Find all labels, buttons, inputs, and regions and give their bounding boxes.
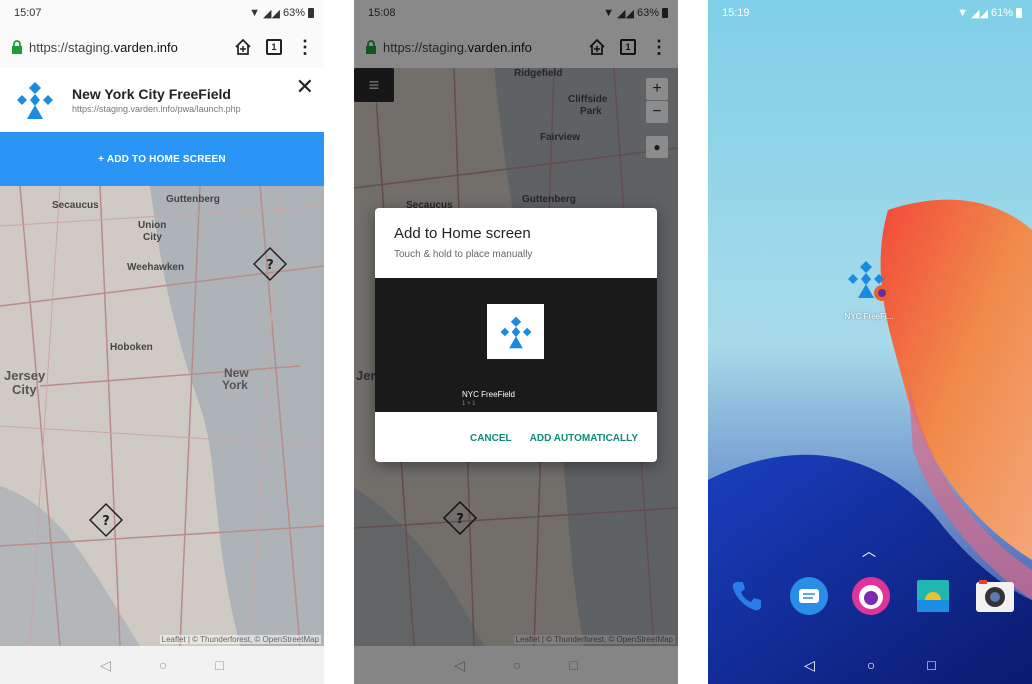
phone-icon[interactable]: [726, 575, 768, 617]
cancel-button[interactable]: CANCEL: [470, 433, 512, 444]
install-banner: New York City FreeField https://staging.…: [0, 68, 324, 132]
unknown-marker-icon[interactable]: ?: [252, 246, 288, 282]
battery-level: 61%: [990, 7, 1013, 19]
shortcut-size: 1 × 1: [462, 401, 476, 407]
add-to-home-icon[interactable]: [234, 38, 252, 56]
url-domain: varden.info: [113, 39, 178, 55]
home-icon[interactable]: ○: [867, 657, 875, 673]
url-field[interactable]: https://staging.varden.info: [29, 40, 178, 55]
phone-screen-home: 15:19 ▼ ◢◢ 61% NYC FreeFi... ︿ ◁ ○ □: [708, 0, 1032, 684]
shortcut-icon[interactable]: [487, 304, 544, 359]
lock-icon[interactable]: [10, 40, 24, 54]
app-url: https://staging.varden.info/pwa/launch.p…: [72, 104, 241, 114]
map-label: Hoboken: [110, 342, 153, 353]
status-icons: ▼ ◢◢ 63%: [249, 7, 314, 20]
gallery-icon[interactable]: [912, 575, 954, 617]
nav-bar: ◁ ○ □: [0, 646, 324, 684]
battery-icon: [308, 8, 314, 18]
map-label: Guttenberg: [166, 194, 220, 205]
unknown-marker-icon[interactable]: ?: [88, 502, 124, 538]
messages-icon[interactable]: [788, 575, 830, 617]
status-time: 15:07: [14, 7, 42, 19]
nyc-freefield-app-icon[interactable]: [844, 258, 894, 308]
overflow-menu-icon[interactable]: ⋮: [296, 38, 314, 56]
add-to-home-dialog: Add to Home screen Touch & hold to place…: [375, 208, 657, 462]
map-attribution[interactable]: Leaflet | © Thunderforest, © OpenStreetM…: [159, 635, 321, 644]
wifi-icon: ▼: [249, 7, 261, 19]
svg-text:?: ?: [266, 258, 274, 273]
add-automatically-button[interactable]: ADD AUTOMATICALLY: [530, 433, 638, 444]
shortcut-preview[interactable]: NYC FreeField 1 × 1: [375, 278, 657, 412]
svg-text:?: ?: [102, 514, 110, 529]
map-label: City: [12, 382, 37, 397]
map-label: City: [143, 232, 162, 243]
signal-icon: ◢◢: [263, 7, 280, 20]
dialog-title: Add to Home screen: [394, 225, 531, 242]
signal-icon: ◢◢: [971, 7, 988, 20]
app-title: New York City FreeField: [72, 86, 231, 102]
map-label: Weehawken: [127, 262, 185, 273]
shortcut-name: NYC FreeField: [462, 390, 515, 399]
map-label: Union: [138, 220, 167, 231]
map-label: Jersey: [4, 368, 46, 383]
status-bar: 15:07 ▼ ◢◢ 63%: [0, 0, 324, 26]
phone-screen-add-dialog: Ridgefield Cliffside Park Fairview Gutte…: [354, 0, 678, 684]
add-to-home-screen-button[interactable]: + ADD TO HOME SCREEN: [0, 132, 324, 186]
home-icon[interactable]: ○: [159, 657, 167, 673]
firefox-icon[interactable]: [850, 575, 892, 617]
camera-icon[interactable]: [974, 575, 1016, 617]
tab-switcher-button[interactable]: 1: [266, 39, 282, 55]
map-label: York: [222, 378, 248, 392]
app-logo-icon: [500, 316, 531, 348]
wifi-icon: ▼: [957, 7, 969, 19]
app-label[interactable]: NYC FreeFi...: [834, 312, 904, 321]
map-label: Secaucus: [52, 200, 99, 211]
status-bar: 15:19 ▼ ◢◢ 61%: [708, 0, 1032, 26]
close-icon[interactable]: ✕: [296, 76, 314, 98]
back-icon[interactable]: ◁: [804, 657, 815, 674]
status-time: 15:19: [722, 7, 750, 19]
recents-icon[interactable]: □: [927, 657, 935, 673]
dock: [726, 574, 1016, 618]
nav-bar: ◁ ○ □: [708, 646, 1032, 684]
back-icon[interactable]: ◁: [100, 657, 111, 674]
map-view[interactable]: Secaucus Guttenberg Union City Weehawken…: [0, 186, 324, 646]
dialog-subtitle: Touch & hold to place manually: [394, 249, 533, 260]
battery-level: 63%: [282, 7, 305, 19]
recents-icon[interactable]: □: [215, 657, 223, 673]
app-drawer-chevron-icon[interactable]: ︿: [862, 541, 876, 561]
status-icons: ▼ ◢◢ 61%: [957, 7, 1022, 20]
battery-icon: [1016, 8, 1022, 18]
browser-toolbar: https://staging.varden.info 1 ⋮: [0, 26, 324, 68]
phone-screen-install-banner: Secaucus Guttenberg Union City Weehawken…: [0, 0, 324, 684]
url-prefix: https://staging.: [29, 39, 114, 55]
app-logo-icon: [17, 82, 53, 119]
